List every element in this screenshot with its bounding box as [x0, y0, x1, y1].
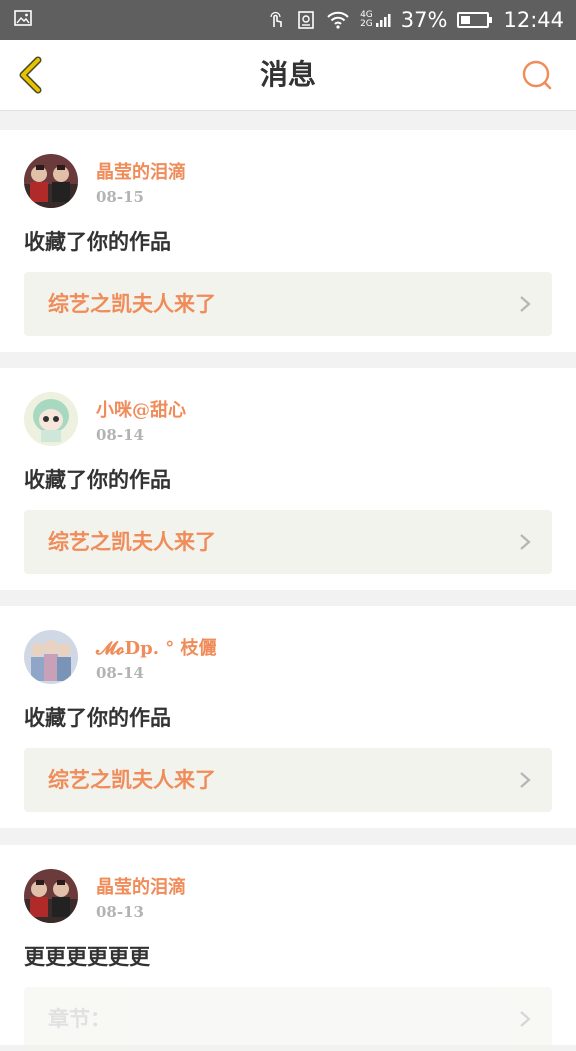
status-bar: 4G 2G 37% 12:44: [0, 0, 576, 40]
work-title: 综艺之凯夫人来了: [48, 767, 216, 792]
page-title: 消息: [259, 58, 316, 91]
work-title: 综艺之凯夫人来了: [48, 291, 216, 316]
message-text: 更更更更更更: [24, 944, 150, 969]
screen-record-icon: [298, 11, 314, 29]
username[interactable]: 晶莹的泪滴: [96, 158, 186, 184]
message-card: 小咪@甜心 08-14 收藏了你的作品 综艺之凯夫人来了: [0, 368, 576, 590]
user-avatar[interactable]: [24, 869, 78, 923]
message-text: 收藏了你的作品: [24, 467, 171, 492]
clock: 12:44: [503, 8, 564, 32]
chevron-right-icon: [520, 534, 531, 550]
message-card: 晶莹的泪滴 08-13 更更更更更更 章节：: [0, 845, 576, 1051]
chevron-right-icon: [520, 296, 531, 312]
battery-icon: [457, 12, 493, 28]
work-link[interactable]: 综艺之凯夫人来了: [24, 510, 552, 574]
message-date: 08-14: [96, 664, 144, 682]
header-bar: 消息: [0, 40, 576, 111]
user-avatar[interactable]: [24, 392, 78, 446]
network-type-bottom: 2G: [360, 19, 373, 29]
chevron-right-icon: [520, 1011, 531, 1027]
message-text: 收藏了你的作品: [24, 705, 171, 730]
message-text: 收藏了你的作品: [24, 229, 171, 254]
chevron-right-icon: [520, 772, 531, 788]
user-avatar[interactable]: [24, 154, 78, 208]
username[interactable]: 𝓜𝓸Dp. ° 枝儷: [96, 634, 217, 660]
work-link[interactable]: 综艺之凯夫人来了: [24, 748, 552, 812]
touch-icon: [270, 11, 282, 27]
message-date: 08-14: [96, 426, 144, 444]
user-avatar[interactable]: [24, 630, 78, 684]
message-card: 𝓜𝓸Dp. ° 枝儷 08-14 收藏了你的作品 综艺之凯夫人来了: [0, 606, 576, 828]
wifi-icon: [327, 11, 349, 29]
cell-signal-icon: 4G 2G: [360, 11, 391, 29]
work-title: 综艺之凯夫人来了: [48, 529, 216, 554]
work-title: 章节：: [48, 1006, 111, 1031]
message-date: 08-13: [96, 903, 144, 921]
username[interactable]: 晶莹的泪滴: [96, 873, 186, 899]
username[interactable]: 小咪@甜心: [96, 396, 186, 422]
battery-fill: [461, 16, 471, 24]
work-link[interactable]: 章节：: [24, 987, 552, 1051]
work-link[interactable]: 综艺之凯夫人来了: [24, 272, 552, 336]
battery-percentage: 37%: [400, 8, 448, 32]
message-card: 晶莹的泪滴 08-15 收藏了你的作品 综艺之凯夫人来了: [0, 130, 576, 352]
gallery-notification-icon: [14, 10, 32, 26]
search-icon[interactable]: [520, 58, 554, 92]
message-date: 08-15: [96, 188, 144, 206]
